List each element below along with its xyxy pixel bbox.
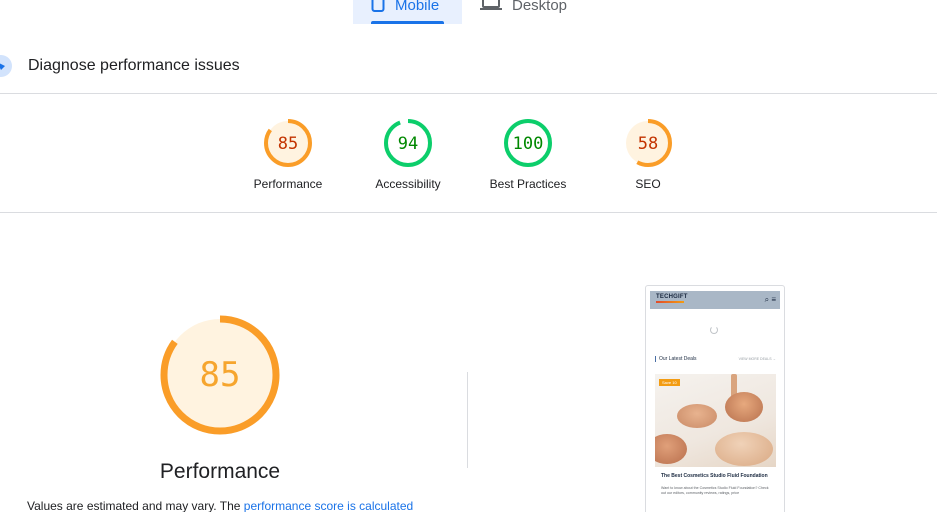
estimate-note-text: Values are estimated and may vary. The	[27, 499, 244, 512]
gauge-performance[interactable]: 85 Performance	[228, 117, 348, 191]
score-calculation-link[interactable]: performance score is calculated	[244, 499, 413, 512]
site-header: TECHGIFT ⌕ ≡	[650, 291, 780, 309]
product-decor	[677, 404, 717, 428]
gauge-label: SEO	[635, 177, 661, 191]
gauge-best-practices[interactable]: 100 Best Practices	[468, 117, 588, 191]
gauge-accessibility[interactable]: 94 Accessibility	[348, 117, 468, 191]
loading-spinner-icon	[710, 326, 718, 334]
tab-mobile-label: Mobile	[395, 0, 440, 14]
estimate-note: Values are estimated and may vary. The p…	[27, 499, 413, 512]
gauge-label: Performance	[253, 177, 323, 191]
site-headline: The Best Cosmetics Studio Fluid Foundati…	[661, 473, 768, 479]
performance-score-large: 85	[200, 355, 241, 395]
diagnose-header: Diagnose performance issues	[0, 50, 937, 94]
gauge-score: 58	[638, 134, 658, 154]
laptop-icon	[480, 0, 502, 16]
gauge-label: Accessibility	[375, 177, 441, 191]
gauge-score: 100	[513, 134, 544, 154]
product-image: Save 10	[655, 374, 776, 467]
site-view-all: VIEW MORE DEALS →	[738, 357, 776, 361]
site-description: Want to know about the Cosmetics Studio …	[661, 486, 769, 495]
site-logo: TECHGIFT	[656, 294, 688, 300]
gauge-score: 85	[278, 134, 298, 154]
site-section-title: Our Latest Deals	[655, 356, 697, 362]
pagespeed-report: Mobile Desktop Diagnose performance issu…	[0, 0, 937, 512]
performance-gauge-large: 85	[160, 315, 280, 435]
product-decor	[715, 432, 773, 466]
category-gauges: 85 Performance 94 Accessibility 100 Best…	[0, 117, 937, 213]
gauge-ring: 94	[384, 119, 432, 167]
phone-icon	[371, 0, 385, 16]
performance-title: Performance	[159, 460, 281, 483]
product-decor	[655, 434, 687, 464]
sale-tag: Save 10	[659, 379, 680, 386]
page-screenshot-thumbnail[interactable]: TECHGIFT ⌕ ≡ Our Latest Deals VIEW MORE …	[645, 285, 785, 512]
divider	[467, 372, 468, 468]
product-decor	[725, 392, 763, 422]
gauge-score: 94	[398, 134, 418, 154]
site-logo-underline	[656, 301, 684, 303]
device-tabs: Mobile Desktop	[353, 0, 585, 24]
gauge-ring: 85	[264, 119, 312, 167]
tab-desktop-label: Desktop	[512, 0, 568, 14]
gauge-seo[interactable]: 58 SEO	[588, 117, 708, 191]
gauge-ring: 100	[504, 119, 552, 167]
gauge-label: Best Practices	[489, 177, 567, 191]
search-menu-icon: ⌕ ≡	[764, 295, 776, 304]
gauge-ring: 58	[624, 119, 672, 167]
tab-mobile[interactable]: Mobile	[353, 0, 462, 24]
tab-desktop[interactable]: Desktop	[462, 0, 585, 24]
gauge-icon	[0, 55, 12, 77]
diagnose-title: Diagnose performance issues	[28, 57, 240, 74]
